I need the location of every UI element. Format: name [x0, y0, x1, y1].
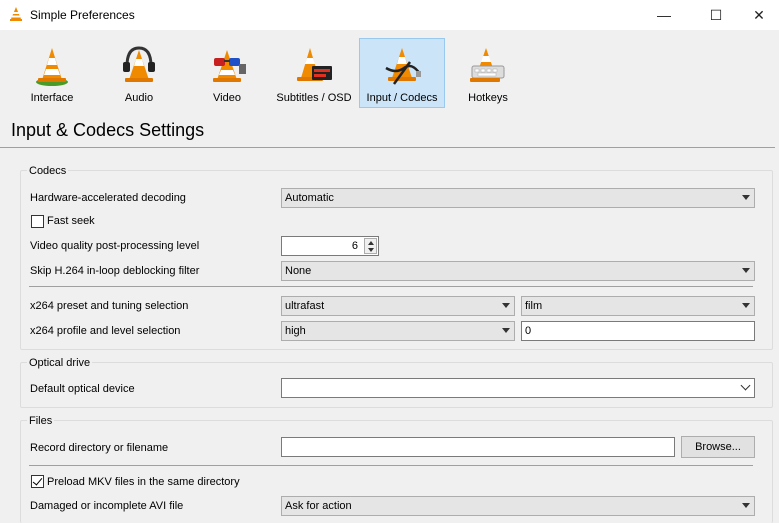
category-toolbar: Interface Audio Video Subtitles / OSD In… [0, 38, 779, 110]
preload-mkv-checkbox[interactable] [31, 475, 44, 488]
cone-headphones-icon [123, 46, 155, 82]
cone-cables-icon [385, 48, 422, 85]
tab-subtitles-osd[interactable]: Subtitles / OSD [274, 38, 354, 108]
skip-h264-value: None [285, 265, 312, 277]
preload-mkv-label: Preload MKV files in the same directory [47, 476, 240, 488]
spin-buttons[interactable] [364, 238, 377, 254]
x264-preset-label: x264 preset and tuning selection [30, 300, 189, 312]
page-title: Input & Codecs Settings [11, 120, 205, 140]
close-icon: ✕ [753, 6, 765, 23]
maximize-button[interactable]: ☐ [693, 0, 739, 30]
x264-level-input[interactable]: 0 [521, 321, 755, 341]
vlc-cone-icon [10, 7, 22, 21]
codecs-separator [29, 286, 753, 287]
cone-interface-icon [36, 48, 68, 86]
spin-up-icon[interactable] [368, 241, 374, 245]
skip-h264-select[interactable]: None [281, 261, 755, 281]
cone-display-icon [297, 48, 332, 81]
x264-profile-value: high [285, 325, 306, 337]
x264-tuning-select[interactable]: film [521, 296, 755, 316]
minimize-icon: — [657, 7, 671, 23]
tab-hotkeys-label: Hotkeys [468, 92, 508, 104]
browse-button[interactable]: Browse... [681, 436, 755, 458]
fast-seek-label: Fast seek [47, 215, 95, 227]
minimize-button[interactable]: — [641, 0, 687, 30]
cone-keyboard-icon [470, 48, 505, 82]
tab-input-codecs[interactable]: Input / Codecs [359, 38, 445, 108]
tab-video[interactable]: Video [186, 38, 268, 108]
title-bar: Simple Preferences — ☐ ✕ [0, 0, 779, 30]
x264-profile-label: x264 profile and level selection [30, 325, 181, 337]
dropdown-arrow-icon [742, 195, 750, 200]
avi-file-label: Damaged or incomplete AVI file [30, 500, 184, 512]
optical-device-select[interactable] [281, 378, 755, 398]
x264-level-value: 0 [525, 325, 532, 337]
hw-decoding-label: Hardware-accelerated decoding [30, 192, 186, 204]
files-group-title: Files [27, 415, 55, 427]
tab-hotkeys[interactable]: Hotkeys [450, 38, 526, 108]
title-divider [0, 147, 775, 148]
maximize-icon: ☐ [709, 6, 723, 23]
record-directory-input[interactable] [281, 437, 675, 457]
dropdown-arrow-icon [742, 303, 750, 308]
optical-device-label: Default optical device [30, 383, 135, 395]
hw-decoding-select[interactable]: Automatic [281, 188, 755, 208]
tab-video-label: Video [213, 92, 241, 104]
post-processing-label: Video quality post-processing level [30, 240, 200, 252]
post-processing-value: 6 [351, 240, 358, 252]
hw-decoding-value: Automatic [285, 192, 334, 204]
codecs-group-title: Codecs [27, 165, 69, 177]
checkmark-icon [32, 475, 43, 486]
spin-down-icon[interactable] [368, 248, 374, 252]
tab-subtitles-osd-label: Subtitles / OSD [276, 92, 352, 104]
fast-seek-checkbox[interactable] [31, 215, 44, 228]
record-directory-label: Record directory or filename [30, 442, 169, 454]
avi-file-value: Ask for action [285, 500, 352, 512]
x264-preset-select[interactable]: ultrafast [281, 296, 515, 316]
x264-preset-value: ultrafast [285, 300, 325, 312]
tab-audio[interactable]: Audio [100, 38, 178, 108]
chevron-down-icon [740, 380, 751, 391]
close-button[interactable]: ✕ [739, 0, 779, 30]
tab-audio-label: Audio [124, 92, 154, 104]
skip-h264-label: Skip H.264 in-loop deblocking filter [30, 265, 200, 277]
tab-input-codecs-label: Input / Codecs [366, 92, 438, 104]
x264-tuning-value: film [525, 300, 543, 312]
x264-profile-select[interactable]: high [281, 321, 515, 341]
dropdown-arrow-icon [502, 328, 510, 333]
dropdown-arrow-icon [742, 503, 750, 508]
optical-drive-group-title: Optical drive [27, 357, 93, 369]
dropdown-arrow-icon [742, 268, 750, 273]
dropdown-arrow-icon [502, 303, 510, 308]
post-processing-spinbox[interactable]: 6 [281, 236, 379, 256]
window-title: Simple Preferences [30, 8, 135, 22]
browse-button-label: Browse... [695, 441, 741, 453]
avi-file-select[interactable]: Ask for action [281, 496, 755, 516]
cone-glasses-icon [213, 50, 246, 82]
tab-interface-label: Interface [30, 92, 74, 104]
tab-interface[interactable]: Interface [12, 38, 92, 108]
files-separator [29, 465, 753, 466]
